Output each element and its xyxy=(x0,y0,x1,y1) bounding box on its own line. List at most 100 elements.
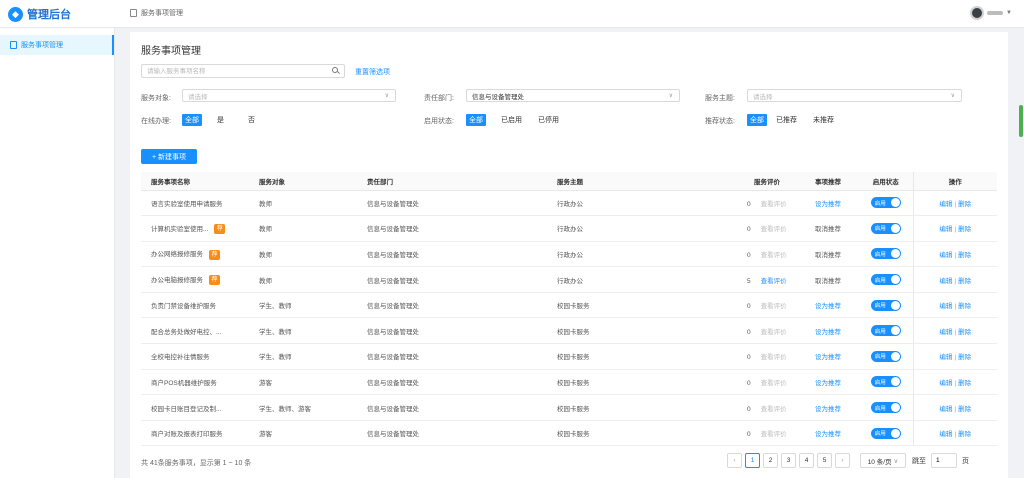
cell-status: 启用 xyxy=(859,343,913,370)
delete-link[interactable]: 删除 xyxy=(958,329,971,336)
item-name: 计算机实验室使用... xyxy=(151,225,209,233)
page-5[interactable]: 5 xyxy=(817,453,832,468)
recommend-toggle-link[interactable]: 设为推荐 xyxy=(815,431,841,438)
status-switch[interactable]: 启用 xyxy=(870,427,901,439)
delete-link[interactable]: 删除 xyxy=(958,406,971,413)
recommend-toggle-link[interactable]: 取消推荐 xyxy=(815,252,841,259)
cell-actions: 编辑 | 删除 xyxy=(912,215,997,242)
edit-link[interactable]: 编辑 xyxy=(939,303,952,310)
edit-link[interactable]: 编辑 xyxy=(939,329,952,336)
status-switch[interactable]: 启用 xyxy=(870,197,901,209)
recommend-toggle-link[interactable]: 设为推荐 xyxy=(815,406,841,413)
new-item-button[interactable]: + 新建事项 xyxy=(141,149,197,164)
recommend-option-yes[interactable]: 已推荐 xyxy=(773,114,800,126)
page-2[interactable]: 2 xyxy=(763,453,778,468)
cell-theme: 行政办公 xyxy=(547,215,737,242)
view-reviews-link[interactable]: 查看评价 xyxy=(761,278,787,285)
page-jumper: 跳至 页 xyxy=(912,453,969,468)
dept-select[interactable]: 信息与设备管理处 ∨ xyxy=(466,89,680,102)
cell-actions: 编辑 | 删除 xyxy=(912,343,997,370)
reset-filters-link[interactable]: 重置筛选项 xyxy=(355,67,390,77)
page-4[interactable]: 4 xyxy=(799,453,814,468)
cell-status: 启用 xyxy=(859,241,913,268)
status-switch[interactable]: 启用 xyxy=(870,274,901,286)
recommend-toggle-link[interactable]: 设为推荐 xyxy=(815,201,841,208)
recommend-toggle-link[interactable]: 取消推荐 xyxy=(815,226,841,233)
status-switch[interactable]: 启用 xyxy=(870,325,901,337)
audience-select-placeholder: 请选择 xyxy=(188,93,208,101)
status-switch[interactable]: 启用 xyxy=(870,350,901,362)
delete-link[interactable]: 删除 xyxy=(958,380,971,387)
search-input[interactable] xyxy=(141,64,345,78)
switch-knob xyxy=(890,198,900,208)
edit-link[interactable]: 编辑 xyxy=(939,431,952,438)
column-header-name[interactable]: 服务事项名称 xyxy=(141,172,249,191)
audience-select[interactable]: 请选择 ∨ xyxy=(182,89,396,102)
review-score: 0 xyxy=(747,431,751,439)
chevron-left-icon[interactable]: ‹ xyxy=(727,453,742,468)
edit-link[interactable]: 编辑 xyxy=(939,354,952,361)
delete-link[interactable]: 删除 xyxy=(958,278,971,285)
recommend-option-all[interactable]: 全部 xyxy=(747,114,767,126)
jump-input[interactable] xyxy=(931,453,957,468)
search-icon[interactable] xyxy=(332,67,338,73)
status-switch-label: 启用 xyxy=(874,200,886,207)
cell-actions: 编辑 | 删除 xyxy=(912,394,997,421)
scrollbar-thumb[interactable] xyxy=(1019,105,1023,137)
user-menu[interactable]: ▼ xyxy=(970,6,1012,20)
recommend-toggle-link[interactable]: 设为推荐 xyxy=(815,354,841,361)
edit-link[interactable]: 编辑 xyxy=(939,380,952,387)
review-score: 0 xyxy=(747,405,751,413)
item-name: 负责门禁设备维护服务 xyxy=(151,303,216,311)
page-size-value: 10 条/页 xyxy=(867,458,892,466)
app-logo[interactable]: ◆ 管理后台 xyxy=(0,0,115,28)
page-1[interactable]: 1 xyxy=(745,453,760,468)
switch-knob xyxy=(890,300,900,310)
status-switch[interactable]: 启用 xyxy=(870,376,901,388)
recommended-badge: 荐 xyxy=(209,275,220,286)
edit-link[interactable]: 编辑 xyxy=(939,226,952,233)
edit-link[interactable]: 编辑 xyxy=(939,252,952,259)
status-option-all[interactable]: 全部 xyxy=(466,114,486,126)
view-reviews-link: 查看评价 xyxy=(760,379,787,387)
edit-link[interactable]: 编辑 xyxy=(939,278,952,285)
recommend-toggle-link[interactable]: 设为推荐 xyxy=(815,380,841,387)
theme-select[interactable]: 请选择 ∨ xyxy=(747,89,962,102)
review-score: 0 xyxy=(747,328,751,336)
status-switch[interactable]: 启用 xyxy=(870,402,901,414)
switch-knob xyxy=(890,403,900,413)
delete-link[interactable]: 删除 xyxy=(958,201,971,208)
online-option-all[interactable]: 全部 xyxy=(182,114,202,126)
status-switch[interactable]: 启用 xyxy=(870,299,901,311)
status-option-enabled[interactable]: 已启用 xyxy=(498,114,525,126)
recommend-option-no[interactable]: 未推荐 xyxy=(810,114,837,126)
avatar[interactable] xyxy=(970,6,985,20)
switch-knob xyxy=(890,428,900,438)
sidebar-item-service-management[interactable]: 服务事项管理 xyxy=(0,35,114,55)
cell-review: 5 查看评价 xyxy=(737,266,797,293)
chevron-right-icon[interactable]: › xyxy=(835,453,850,468)
online-option-yes[interactable]: 是 xyxy=(214,114,227,126)
status-switch-label: 启用 xyxy=(874,328,886,335)
edit-link[interactable]: 编辑 xyxy=(939,406,952,413)
online-option-no[interactable]: 否 xyxy=(245,114,258,126)
status-option-disabled[interactable]: 已停用 xyxy=(535,114,562,126)
chevron-down-icon[interactable]: ▼ xyxy=(1006,10,1012,16)
delete-link[interactable]: 删除 xyxy=(958,252,971,259)
theme-select-placeholder: 请选择 xyxy=(753,93,773,101)
recommend-toggle-link[interactable]: 设为推荐 xyxy=(815,303,841,310)
delete-link[interactable]: 删除 xyxy=(958,431,971,438)
status-switch[interactable]: 启用 xyxy=(870,248,901,260)
page-3[interactable]: 3 xyxy=(781,453,796,468)
recommend-toggle-link[interactable]: 设为推荐 xyxy=(815,329,841,336)
page-size-select[interactable]: 10 条/页 ∨ xyxy=(860,453,906,468)
edit-link[interactable]: 编辑 xyxy=(939,201,952,208)
delete-link[interactable]: 删除 xyxy=(958,226,971,233)
dept-filter-label: 责任部门: xyxy=(424,95,454,102)
recommend-toggle-link[interactable]: 取消推荐 xyxy=(815,278,841,285)
delete-link[interactable]: 删除 xyxy=(958,354,971,361)
delete-link[interactable]: 删除 xyxy=(958,303,971,310)
column-header-theme: 服务主题 xyxy=(547,172,737,191)
cell-recommend: 设为推荐 xyxy=(797,190,859,217)
status-switch[interactable]: 启用 xyxy=(870,222,901,234)
